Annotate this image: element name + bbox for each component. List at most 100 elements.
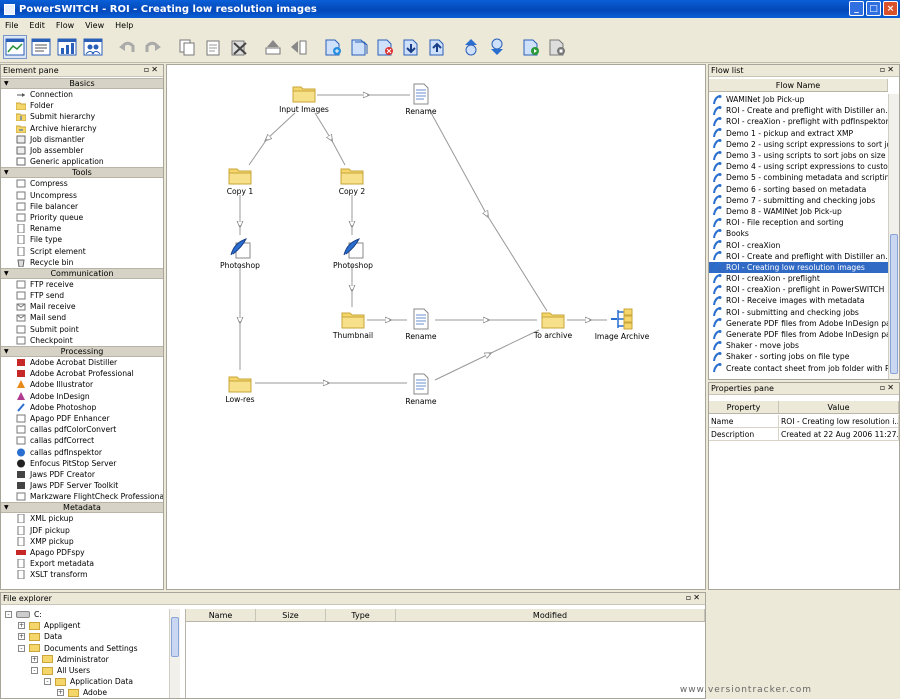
- element-item[interactable]: Enfocus PitStop Server: [1, 458, 163, 469]
- flow-list-column-header[interactable]: Flow Name: [709, 79, 888, 92]
- file-list-header[interactable]: Name Size Type Modified: [186, 609, 705, 622]
- element-item[interactable]: Job assembler: [1, 145, 163, 156]
- element-item[interactable]: Checkpoint: [1, 335, 163, 346]
- flow-list-item[interactable]: ROI - Create and preflight with Distille…: [709, 105, 888, 116]
- activate-flow-button[interactable]: [519, 35, 543, 59]
- flow-list-item[interactable]: WAMINet Job Pick-up: [709, 94, 888, 105]
- element-item[interactable]: FTP receive: [1, 279, 163, 290]
- tree-node[interactable]: - All Users: [5, 665, 169, 676]
- element-item[interactable]: Submit point: [1, 324, 163, 335]
- flow-up-button[interactable]: [459, 35, 483, 59]
- flow-list-item[interactable]: Demo 5 - combining metadata and scriptin…: [709, 172, 888, 183]
- element-item[interactable]: Apago PDF Enhancer: [1, 413, 163, 424]
- element-item[interactable]: Jaws PDF Server Toolkit: [1, 480, 163, 491]
- category-metadata[interactable]: ▼ Metadata: [1, 502, 163, 514]
- element-item[interactable]: Export metadata: [1, 558, 163, 569]
- element-item[interactable]: JDF pickup: [1, 525, 163, 536]
- duplicate-flow-button[interactable]: [347, 35, 371, 59]
- element-item[interactable]: Generic application: [1, 156, 163, 167]
- property-row[interactable]: Name ROI - Creating low resolution i...: [709, 415, 899, 428]
- flow-list-item[interactable]: ROI - creaXion - preflight: [709, 273, 888, 284]
- scroll-thumb[interactable]: [890, 234, 898, 374]
- element-item[interactable]: Mail receive: [1, 301, 163, 312]
- move-left-button[interactable]: [287, 35, 311, 59]
- element-item[interactable]: Adobe Photoshop: [1, 402, 163, 413]
- delete-flow-button[interactable]: [373, 35, 397, 59]
- tree-node[interactable]: + Adobe: [5, 687, 169, 698]
- flow-list-item[interactable]: Shaker - sorting jobs on file type: [709, 351, 888, 362]
- element-item[interactable]: File balancer: [1, 201, 163, 212]
- element-item[interactable]: Folder: [1, 100, 163, 111]
- category-processing[interactable]: ▼ Processing: [1, 345, 163, 357]
- messages-button[interactable]: [29, 35, 53, 59]
- element-item[interactable]: Uncompress: [1, 190, 163, 201]
- pane-buttons[interactable]: ▫✕: [686, 593, 702, 602]
- element-item[interactable]: Script element: [1, 245, 163, 256]
- users-button[interactable]: [81, 35, 105, 59]
- flow-list-item[interactable]: Demo 1 - pickup and extract XMP: [709, 128, 888, 139]
- flow-list-item[interactable]: ROI - File reception and sorting: [709, 217, 888, 228]
- flow-list-item[interactable]: Demo 3 - using scripts to sort jobs on s…: [709, 150, 888, 161]
- maximize-button[interactable]: □: [866, 1, 881, 16]
- node-to-archive[interactable]: To archive: [513, 309, 593, 340]
- node-rename-2[interactable]: Rename: [381, 308, 461, 341]
- flow-canvas[interactable]: Input Images Rename Copy 1 Copy 2 Photos…: [166, 64, 706, 590]
- node-low-res[interactable]: Low-res: [200, 373, 280, 404]
- delete-button[interactable]: [227, 35, 251, 59]
- flow-list-item[interactable]: Demo 4 - using script expressions to cus…: [709, 161, 888, 172]
- expand-toggle[interactable]: +: [18, 633, 25, 641]
- expand-toggle[interactable]: -: [18, 644, 25, 652]
- expand-toggle[interactable]: +: [31, 655, 38, 663]
- flow-down-button[interactable]: [485, 35, 509, 59]
- flow-list-item[interactable]: ROI - submitting and checking jobs: [709, 307, 888, 318]
- node-image-archive[interactable]: Image Archive: [582, 308, 662, 341]
- flow-list-item[interactable]: Demo 8 - WAMINet Job Pick-up: [709, 206, 888, 217]
- expand-toggle[interactable]: -: [5, 611, 12, 619]
- import-flow-button[interactable]: [399, 35, 423, 59]
- element-item[interactable]: Job dismantler: [1, 134, 163, 145]
- expand-toggle[interactable]: -: [31, 667, 38, 675]
- node-photoshop-1[interactable]: Photoshop: [200, 237, 280, 270]
- flow-list-item[interactable]: Demo 2 - using script expressions to sor…: [709, 139, 888, 150]
- expand-toggle[interactable]: +: [57, 689, 64, 697]
- element-item[interactable]: Adobe Illustrator: [1, 379, 163, 390]
- flow-list-item[interactable]: Demo 7 - submitting and checking jobs: [709, 195, 888, 206]
- minimize-button[interactable]: _: [849, 1, 864, 16]
- design-view-button[interactable]: [3, 35, 27, 59]
- element-item[interactable]: XMP pickup: [1, 536, 163, 547]
- element-item[interactable]: XML pickup: [1, 513, 163, 524]
- export-flow-button[interactable]: [425, 35, 449, 59]
- expand-toggle[interactable]: +: [18, 622, 25, 630]
- element-item[interactable]: Markzware FlightCheck Professional: [1, 491, 163, 502]
- menu-help[interactable]: Help: [115, 21, 133, 30]
- flow-list-item[interactable]: ROI - creaXion - preflight in PowerSWITC…: [709, 284, 888, 295]
- menu-edit[interactable]: Edit: [29, 21, 45, 30]
- tree-node[interactable]: - Application Data: [5, 676, 169, 687]
- stop-flow-button[interactable]: [545, 35, 569, 59]
- flow-list-scrollbar[interactable]: [888, 94, 899, 379]
- element-item[interactable]: Connection: [1, 89, 163, 100]
- redo-button[interactable]: [141, 35, 165, 59]
- expand-toggle[interactable]: -: [44, 678, 51, 686]
- category-tools[interactable]: ▼ Tools: [1, 167, 163, 179]
- node-copy-2[interactable]: Copy 2: [312, 165, 392, 196]
- element-item[interactable]: File type: [1, 234, 163, 245]
- flow-list-item[interactable]: Generate PDF files from Adobe InDesign p…: [709, 329, 888, 340]
- node-rename-1[interactable]: Rename: [381, 83, 461, 116]
- element-item[interactable]: Recycle bin: [1, 257, 163, 268]
- category-communication[interactable]: ▼ Communication: [1, 267, 163, 279]
- element-item[interactable]: Jaws PDF Creator: [1, 469, 163, 480]
- pane-buttons[interactable]: ▫✕: [880, 383, 896, 392]
- flow-list-item[interactable]: Generate PDF files from Adobe InDesign p…: [709, 318, 888, 329]
- flow-list-item[interactable]: ROI - Receive images with metadata: [709, 295, 888, 306]
- tree-node[interactable]: - Documents and Settings: [5, 643, 169, 654]
- scroll-thumb[interactable]: [171, 617, 179, 657]
- flow-list-item[interactable]: ROI - creaXion - preflight with pdfInspe…: [709, 116, 888, 127]
- tree-node[interactable]: - C:: [5, 609, 169, 620]
- move-up-button[interactable]: [261, 35, 285, 59]
- element-item[interactable]: Submit hierarchy: [1, 111, 163, 122]
- menu-flow[interactable]: Flow: [56, 21, 74, 30]
- element-item[interactable]: callas pdfInspektor: [1, 446, 163, 457]
- element-item[interactable]: Adobe Acrobat Professional: [1, 368, 163, 379]
- element-item[interactable]: FTP send: [1, 290, 163, 301]
